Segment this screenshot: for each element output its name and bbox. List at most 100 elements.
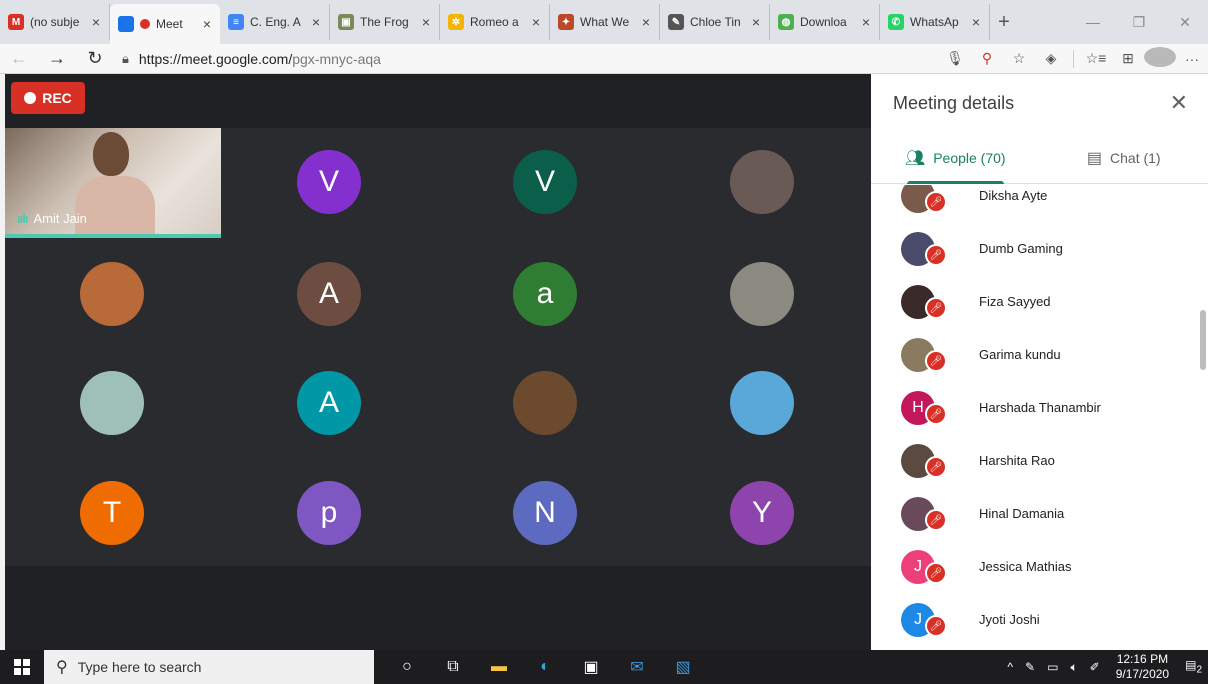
muted-mic-icon: 🎤︎ <box>925 403 947 425</box>
participant-name: Jyoti Joshi <box>979 612 1040 627</box>
muted-mic-icon: 🎤︎ <box>925 509 947 531</box>
participant-avatar[interactable]: N <box>513 481 577 545</box>
ink-workspace-icon[interactable]: ✐ <box>1090 660 1100 674</box>
browser-tab[interactable]: ▣ The Frog × <box>330 4 440 40</box>
browser-tab[interactable]: ✎ Chloe Tin × <box>660 4 770 40</box>
meeting-video-area: REC ıılı Amit Jain VVAaATpNY <box>5 74 871 650</box>
store-icon[interactable]: ▣ <box>568 650 614 684</box>
close-tab-icon[interactable]: × <box>419 14 433 30</box>
participant-avatar[interactable] <box>730 150 794 214</box>
volume-icon[interactable]: 🔈︎ <box>1070 660 1077 675</box>
toolbar-divider <box>1073 49 1074 68</box>
minimize-window-icon[interactable]: — <box>1070 0 1116 44</box>
back-icon[interactable]: ← <box>0 48 38 69</box>
task-view-icon[interactable]: ⧉ <box>430 650 476 684</box>
mail-icon[interactable]: ✉ <box>614 650 660 684</box>
whatsapp-icon: ✆ <box>888 14 904 30</box>
close-tab-icon[interactable]: × <box>859 14 873 30</box>
url-field[interactable]: 🔒︎ https://meet.google.com/pgx-mnyc-aqa <box>122 51 939 67</box>
close-tab-icon[interactable]: × <box>749 14 763 30</box>
panel-title: Meeting details <box>893 92 1015 113</box>
dots-icon: ✲ <box>448 14 464 30</box>
participant-row[interactable]: H 🎤︎ Harshada Thanambir <box>871 381 1201 434</box>
participant-avatar[interactable]: T <box>80 481 144 545</box>
tab-people[interactable]: 👥︎ People (70) <box>871 132 1040 184</box>
recording-dot-icon <box>140 19 150 29</box>
participant-avatar[interactable] <box>80 371 144 435</box>
close-tab-icon[interactable]: × <box>200 16 214 32</box>
windows-start-icon[interactable] <box>0 650 44 684</box>
location-icon[interactable]: ⚲ <box>971 50 1003 67</box>
participant-row[interactable]: J 🎤︎ Jyoti Joshi <box>871 593 1201 646</box>
close-tab-icon[interactable]: × <box>89 14 103 30</box>
new-tab-button[interactable]: + <box>990 4 1018 40</box>
browser-tab[interactable]: Meet × <box>110 4 220 44</box>
taskbar-search-box[interactable]: ⚲ Type here to search <box>44 650 374 684</box>
participant-avatar[interactable] <box>730 262 794 326</box>
lock-icon[interactable]: 🔒︎ <box>122 51 129 67</box>
close-tab-icon[interactable]: × <box>969 14 983 30</box>
muted-mic-icon: 🎤︎ <box>925 562 947 584</box>
refresh-icon[interactable]: ↻ <box>76 48 114 69</box>
meet-icon <box>118 16 134 32</box>
browser-tab[interactable]: ◍ Downloa × <box>770 4 880 40</box>
participant-row[interactable]: 🎤︎ Diksha Ayte <box>871 185 1201 222</box>
notifications-icon[interactable]: ▤2 <box>1185 658 1202 675</box>
network-icon[interactable]: ▭ <box>1047 660 1058 674</box>
main-participant-tile[interactable]: ıılı Amit Jain <box>5 128 221 238</box>
microphone-icon[interactable]: 🎙︎ <box>939 50 971 67</box>
close-tab-icon[interactable]: × <box>529 14 543 30</box>
participant-avatar[interactable]: A <box>297 371 361 435</box>
photos-icon[interactable]: ▧ <box>660 650 706 684</box>
forward-icon[interactable]: → <box>38 48 76 69</box>
system-tray: ^ ✎ ▭ 🔈︎ ✐ 12:16 PM 9/17/2020 ▤2 <box>1001 650 1208 684</box>
participant-avatar[interactable]: V <box>513 150 577 214</box>
file-explorer-icon[interactable]: ▬ <box>476 650 522 684</box>
browser-tab[interactable]: ✦ What We × <box>550 4 660 40</box>
muted-mic-icon: 🎤︎ <box>925 350 947 372</box>
record-dot-icon <box>24 92 37 104</box>
participant-avatar[interactable]: V <box>297 150 361 214</box>
browser-tab[interactable]: M (no subje × <box>0 4 110 40</box>
participant-name: Amit Jain <box>33 211 87 226</box>
people-list-scrollbar[interactable] <box>1200 310 1206 370</box>
close-window-icon[interactable]: ✕ <box>1162 0 1208 44</box>
edge-browser-icon[interactable]: ◐ <box>522 650 568 684</box>
participant-avatar[interactable] <box>730 371 794 435</box>
participant-row[interactable]: 🎤︎ Dumb Gaming <box>871 222 1201 275</box>
participant-avatar[interactable] <box>513 371 577 435</box>
tab-title: C. Eng. A <box>250 15 301 29</box>
participant-avatar[interactable]: p <box>297 481 361 545</box>
collections-icon[interactable]: ⊞ <box>1112 50 1144 67</box>
docs-icon: ≡ <box>228 14 244 30</box>
close-tab-icon[interactable]: × <box>639 14 653 30</box>
participant-avatar[interactable] <box>80 262 144 326</box>
close-panel-icon[interactable]: ✕ <box>1170 90 1188 116</box>
participant-row[interactable]: 🎤︎ Hinal Damania <box>871 487 1201 540</box>
participant-row[interactable]: 🎤︎ Fiza Sayyed <box>871 275 1201 328</box>
participant-avatar[interactable]: Y <box>730 481 794 545</box>
browser-tab[interactable]: ≡ C. Eng. A × <box>220 4 330 40</box>
site-icon: ✦ <box>558 14 574 30</box>
restore-window-icon[interactable]: ❐ <box>1116 0 1162 44</box>
profile-avatar[interactable] <box>1144 47 1176 70</box>
participant-row[interactable]: 🎤︎ Garima kundu <box>871 328 1201 381</box>
show-hidden-icons-icon[interactable]: ^ <box>1007 660 1013 674</box>
participant-avatar[interactable]: A <box>297 262 361 326</box>
url-path: pgx-mnyc-aqa <box>292 50 381 67</box>
participant-avatar[interactable]: a <box>513 262 577 326</box>
taskbar-clock[interactable]: 12:16 PM 9/17/2020 <box>1116 652 1169 682</box>
more-options-icon[interactable]: ··· <box>1176 51 1208 67</box>
pen-icon[interactable]: ✎ <box>1025 660 1035 674</box>
favorites-list-icon[interactable]: ☆≡ <box>1080 50 1112 67</box>
browser-tab[interactable]: ✆ WhatsAp × <box>880 4 990 40</box>
browser-tab[interactable]: ✲ Romeo a × <box>440 4 550 40</box>
tab-title: (no subje <box>30 15 80 29</box>
extension-icon[interactable]: ◈ <box>1035 50 1067 67</box>
cortana-icon[interactable]: ○ <box>384 650 430 684</box>
participant-row[interactable]: 🎤︎ Harshita Rao <box>871 434 1201 487</box>
participant-row[interactable]: J 🎤︎ Jessica Mathias <box>871 540 1201 593</box>
tab-chat[interactable]: ▤ Chat (1) <box>1040 132 1208 183</box>
close-tab-icon[interactable]: × <box>309 14 323 30</box>
favorite-star-icon[interactable]: ☆ <box>1003 50 1035 67</box>
